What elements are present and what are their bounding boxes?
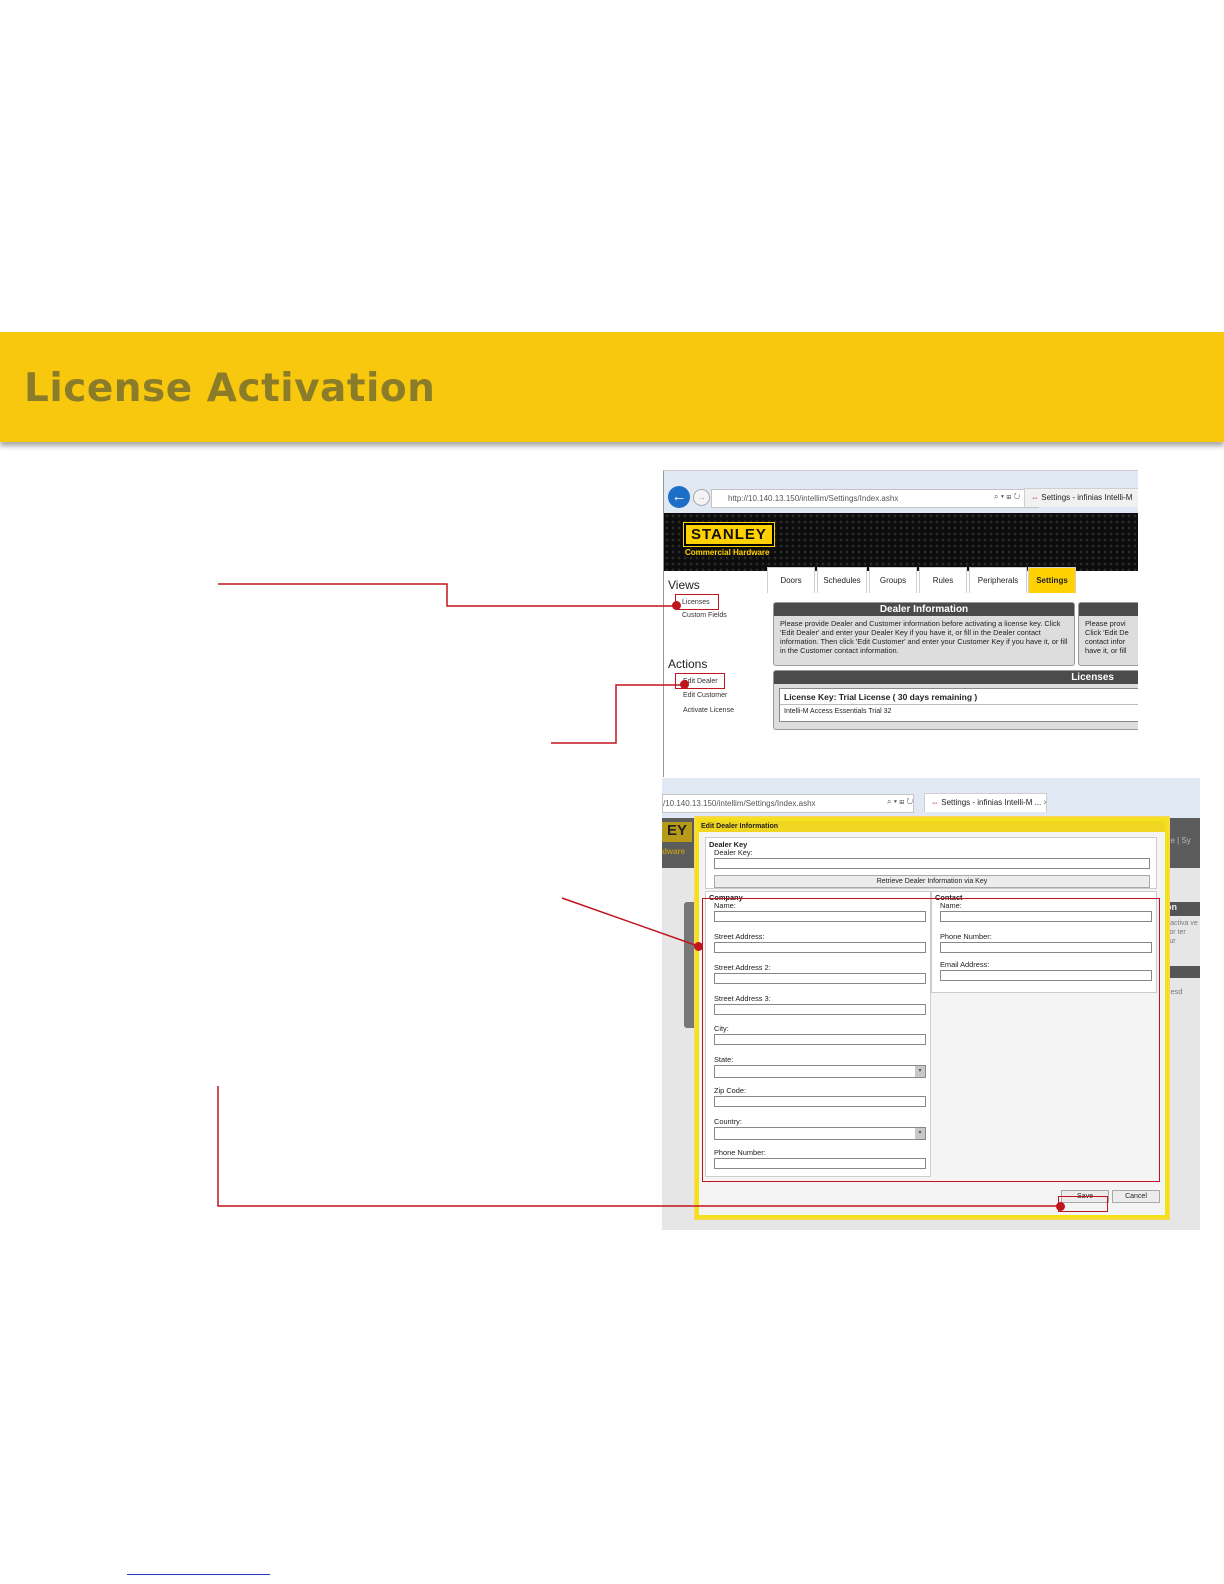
callout-leaders	[217, 583, 1060, 1207]
footer-link-underline[interactable]	[127, 1574, 270, 1575]
callout-dot-edit-dealer	[680, 680, 689, 689]
callout-dot-form	[694, 942, 703, 951]
callout-dot-save	[1056, 1202, 1065, 1211]
callout-dot-licenses	[672, 601, 681, 610]
